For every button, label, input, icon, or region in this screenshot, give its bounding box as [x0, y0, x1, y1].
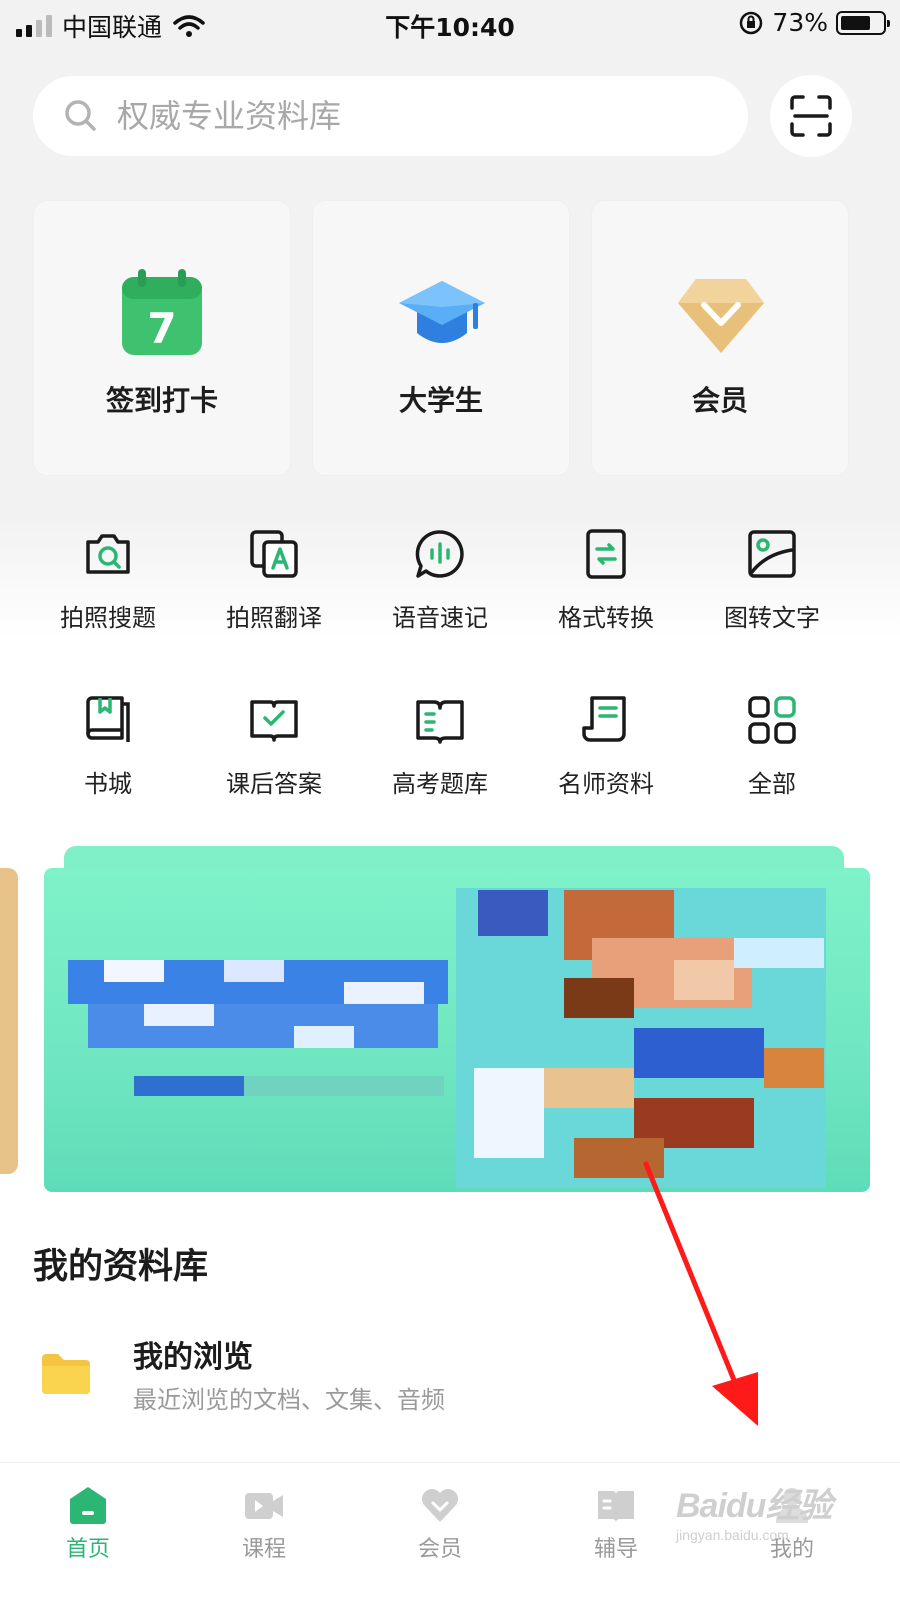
tool-all[interactable]: 全部 — [689, 694, 855, 824]
teacher-materials-icon — [582, 696, 626, 742]
nav-vip[interactable]: 会员 — [352, 1463, 528, 1583]
card-vip[interactable]: 会员 — [591, 200, 849, 476]
library-title: 我的资料库 — [33, 1247, 209, 1287]
answer-icon — [250, 700, 298, 742]
banner-top-strip — [64, 846, 844, 870]
scan-button[interactable] — [770, 75, 852, 157]
calendar-icon: 7 — [122, 269, 202, 355]
folder-icon — [42, 1354, 90, 1394]
tool-label: 拍照翻译 — [226, 604, 322, 632]
tool-label: 拍照搜题 — [60, 604, 156, 632]
nav-label: 课程 — [241, 1537, 286, 1562]
nav-label: 会员 — [417, 1537, 462, 1562]
tool-bookstore[interactable]: 书城 — [25, 694, 191, 824]
library-item-browse-title[interactable]: 我的浏览 — [133, 1332, 253, 1376]
image-to-text-icon — [748, 530, 796, 578]
battery-percent: 73% — [772, 8, 828, 37]
tool-label: 语音速记 — [392, 604, 488, 632]
watermark-url: jingyan.baidu.com — [676, 1527, 789, 1543]
graduation-cap-icon — [399, 281, 485, 343]
voice-memo-icon — [415, 530, 464, 578]
nav-home[interactable]: 首页 — [0, 1463, 176, 1583]
tool-voice-memo[interactable]: 语音速记 — [357, 528, 523, 658]
nav-courses[interactable]: 课程 — [176, 1463, 352, 1583]
nav-label: 首页 — [65, 1537, 110, 1562]
banner-pixel-block — [244, 1076, 444, 1096]
banner-pixel-block — [224, 960, 284, 982]
card-checkin[interactable]: 7 签到打卡 — [33, 200, 291, 476]
tool-photo-translate[interactable]: 拍照翻译 — [191, 528, 357, 658]
banner-pixel-block — [764, 1048, 824, 1088]
tool-label: 全部 — [748, 770, 796, 798]
search-icon — [65, 100, 96, 131]
translate-icon — [250, 530, 298, 578]
banner-pixel-block — [564, 978, 634, 1018]
promo-banner[interactable] — [44, 846, 870, 1192]
banner-pixel-block — [344, 982, 424, 1004]
exam-bank-icon — [416, 700, 464, 744]
scan-icon — [790, 95, 832, 137]
banner-pixel-block — [104, 960, 164, 982]
search-bar[interactable] — [33, 76, 748, 156]
tool-homework-answers[interactable]: 课后答案 — [191, 694, 357, 824]
search-input[interactable] — [117, 88, 717, 144]
tool-label: 图转文字 — [724, 604, 820, 632]
baidu-watermark: Baidu经验 jingyan.baidu.com — [676, 1478, 876, 1558]
tool-image-to-text[interactable]: 图转文字 — [689, 528, 855, 658]
bookstore-icon — [86, 696, 130, 742]
watermark-brand: Baidu经验 — [676, 1487, 832, 1525]
library-item-browse-subtitle: 最近浏览的文档、文集、音频 — [133, 1386, 445, 1414]
tool-photo-search[interactable]: 拍照搜题 — [25, 528, 191, 658]
banner-pixel-block — [634, 1028, 764, 1078]
banner-pixel-block — [144, 1004, 214, 1026]
annotation-arrow-icon — [643, 1161, 758, 1426]
status-right: 73% — [738, 8, 890, 37]
camera-search-icon — [86, 534, 130, 574]
book-open-icon — [598, 1491, 634, 1523]
tool-label: 书城 — [84, 770, 132, 798]
banner-prev-peek[interactable] — [0, 868, 18, 1174]
card-college-label: 大学生 — [398, 384, 483, 417]
calendar-day: 7 — [147, 304, 176, 353]
banner-pixel-block — [544, 1068, 634, 1108]
banner-pixel-block — [674, 960, 734, 1000]
home-icon — [70, 1487, 106, 1524]
card-vip-label: 会员 — [691, 384, 748, 417]
banner-pixel-block — [474, 1068, 544, 1158]
banner-pixel-block — [478, 890, 548, 936]
video-icon — [245, 1493, 283, 1519]
all-apps-icon — [748, 696, 796, 744]
banner-image — [44, 868, 870, 1192]
banner-pixel-block — [294, 1026, 354, 1048]
battery-icon — [836, 10, 890, 35]
status-bar: 中国联通 下午10:40 73% — [0, 0, 900, 48]
vip-heart-icon — [422, 1489, 458, 1522]
tool-label: 格式转换 — [558, 604, 654, 632]
orientation-lock-icon — [740, 11, 763, 34]
format-convert-icon — [586, 529, 626, 579]
tool-format-convert[interactable]: 格式转换 — [523, 528, 689, 658]
banner-pixel-block — [88, 1004, 438, 1048]
tool-exam-bank[interactable]: 高考题库 — [357, 694, 523, 824]
tool-label: 课后答案 — [226, 770, 322, 798]
card-checkin-label: 签到打卡 — [105, 384, 218, 417]
diamond-icon — [678, 279, 764, 353]
tool-teacher-materials[interactable]: 名师资料 — [523, 694, 689, 824]
tool-label: 高考题库 — [392, 770, 488, 798]
card-college[interactable]: 大学生 — [312, 200, 570, 476]
banner-pixel-block — [734, 938, 824, 968]
tool-label: 名师资料 — [558, 770, 654, 798]
